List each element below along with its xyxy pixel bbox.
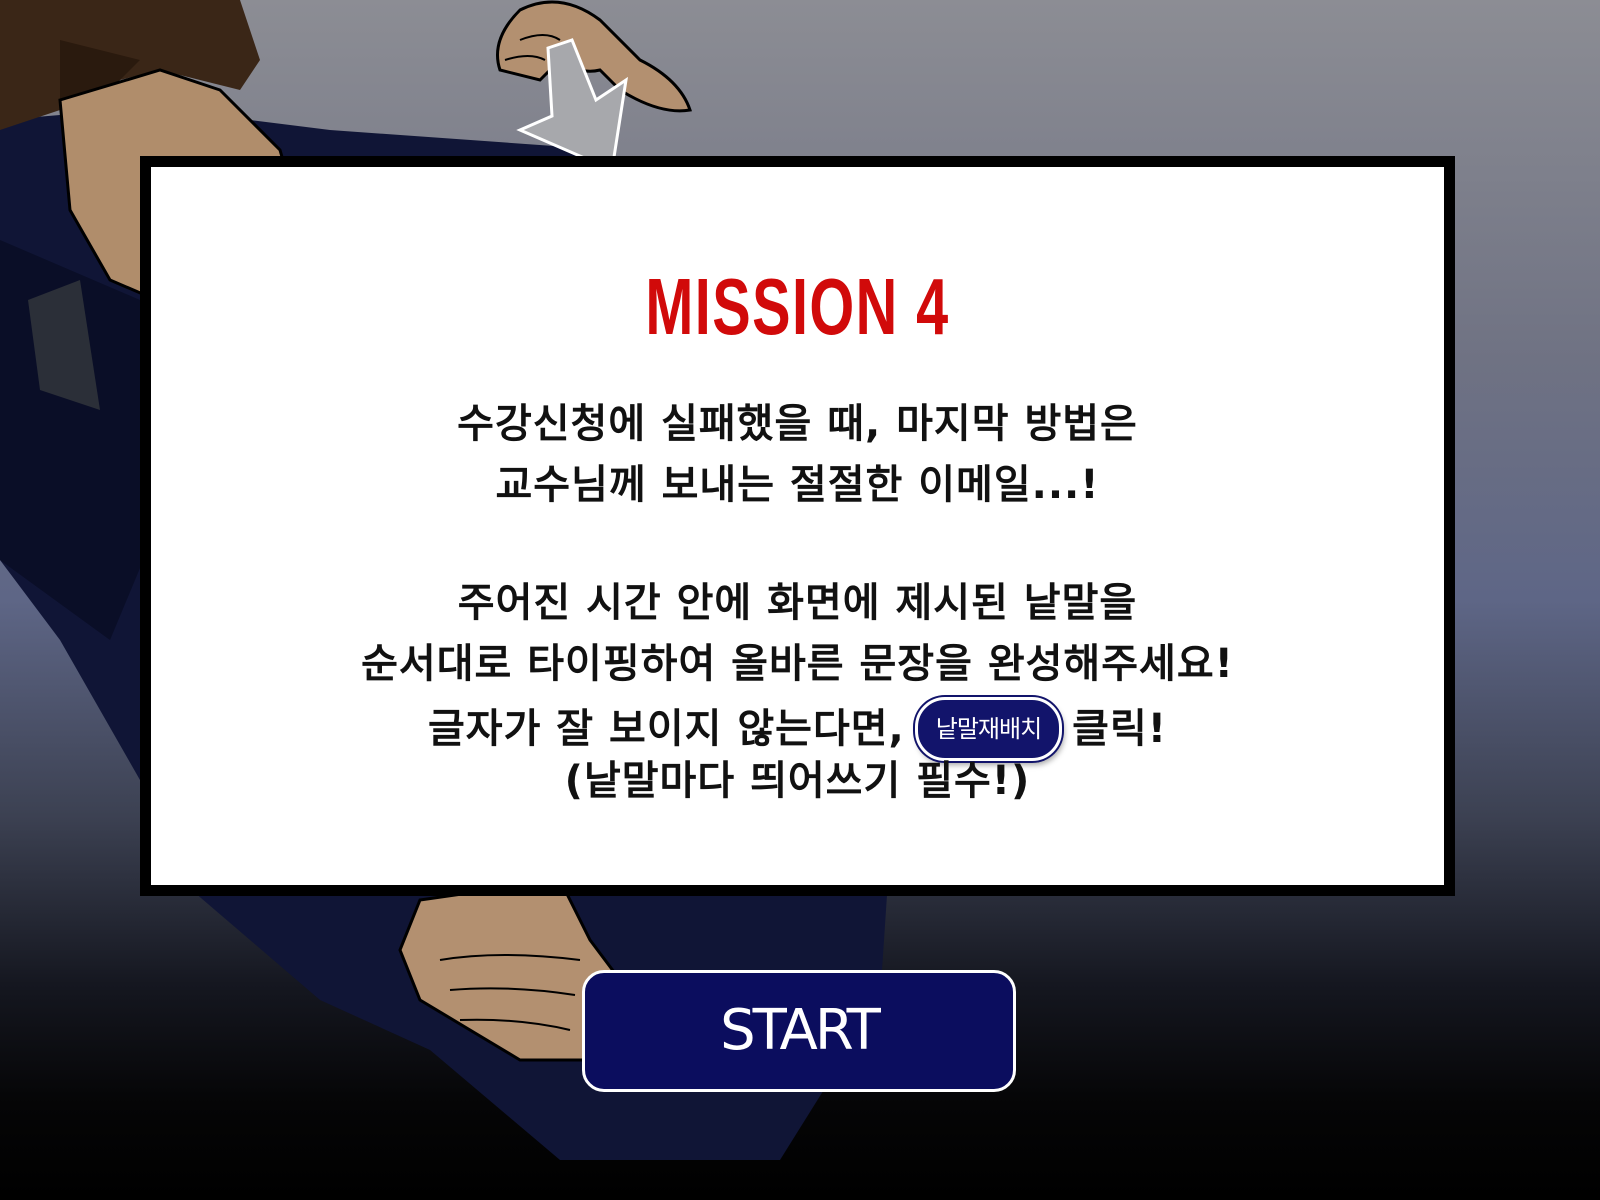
mission-text-line: 교수님께 보내는 절절한 이메일...! xyxy=(495,462,1100,508)
mission-text-line: 수강신청에 실패했을 때, 마지막 방법은 xyxy=(457,401,1138,447)
instruction-suffix: 클릭! xyxy=(1072,706,1168,752)
start-button[interactable]: START xyxy=(582,970,1016,1092)
instruction-note: (낱말마다 띄어쓰기 필수!) xyxy=(564,758,1031,804)
mission-title: MISSION 4 xyxy=(645,262,950,351)
instruction-prefix: 글자가 잘 보이지 않는다면, xyxy=(427,706,905,752)
instruction-text-line: 주어진 시간 안에 화면에 제시된 낱말을 xyxy=(457,580,1138,626)
instruction-text-line: 순서대로 타이핑하여 올바른 문장을 완성해주세요! xyxy=(361,641,1234,687)
instruction-text-line: 글자가 잘 보이지 않는다면, 낱말재배치 클릭! xyxy=(151,697,1444,761)
instruction-line-with-button: 글자가 잘 보이지 않는다면, 낱말재배치 클릭! xyxy=(428,697,1167,761)
mission-dialog: MISSION 4 수강신청에 실패했을 때, 마지막 방법은 교수님께 보내는… xyxy=(140,156,1455,896)
shuffle-words-button[interactable]: 낱말재배치 xyxy=(914,697,1063,761)
game-screen: MISSION 4 수강신청에 실패했을 때, 마지막 방법은 교수님께 보내는… xyxy=(0,0,1600,1200)
